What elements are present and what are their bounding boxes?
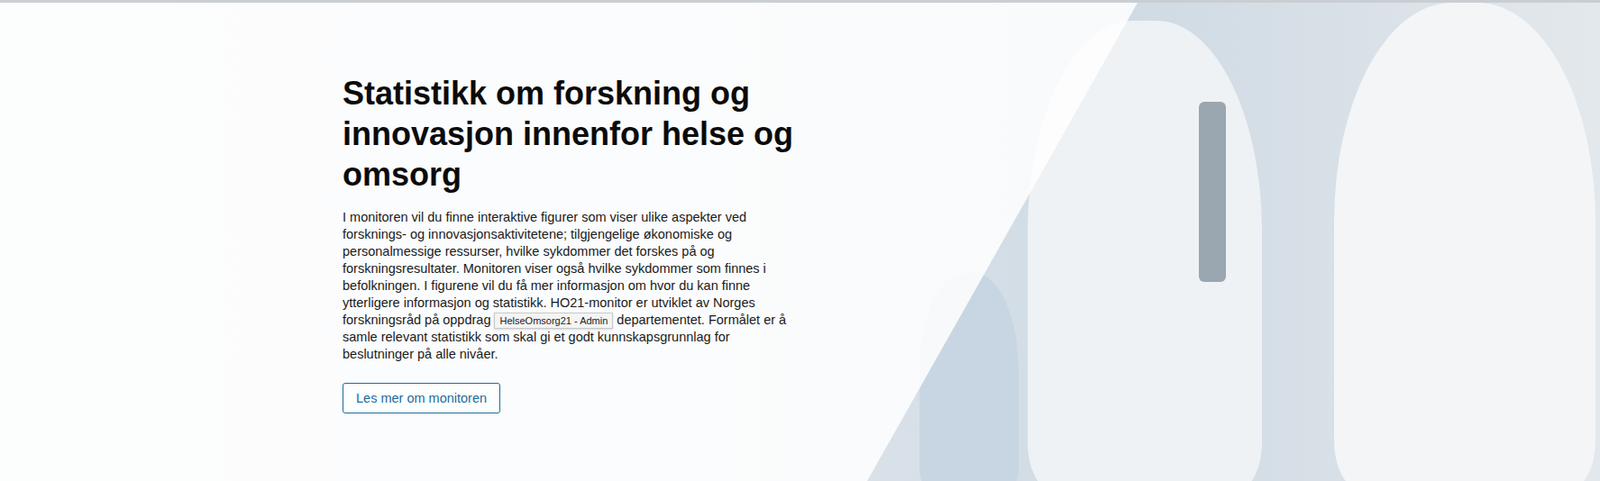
hero-banner: Statistikk om forskning og innovasjon in… [0, 2, 1600, 481]
hero-content: Statistikk om forskning og innovasjon in… [0, 2, 812, 414]
hero-description: I monitoren vil du finne interaktive fig… [342, 209, 803, 364]
page: Statistikk om forskning og innovasjon in… [0, 0, 1600, 481]
hero-title: Statistikk om forskning og innovasjon in… [342, 73, 812, 195]
tooltip: HelseOmsorg21 - Admin [493, 312, 613, 330]
read-more-button[interactable]: Les mer om monitoren [342, 383, 501, 414]
